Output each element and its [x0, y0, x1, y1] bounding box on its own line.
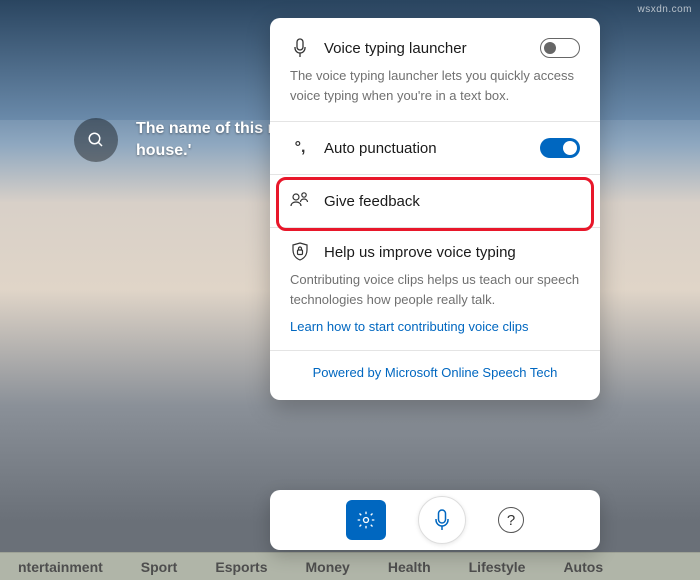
- microphone-icon: [290, 38, 310, 58]
- panel-footer[interactable]: Powered by Microsoft Online Speech Tech: [270, 351, 600, 394]
- launcher-toggle[interactable]: [540, 38, 580, 58]
- news-tab[interactable]: ntertainment: [18, 559, 103, 575]
- news-tab[interactable]: Lifestyle: [469, 559, 526, 575]
- news-tab[interactable]: Esports: [215, 559, 267, 575]
- search-icon[interactable]: [74, 118, 118, 162]
- voice-typing-launcher-section: Voice typing launcher The voice typing l…: [270, 24, 600, 121]
- voice-typing-toolbar: ?: [270, 490, 600, 550]
- feedback-title: Give feedback: [324, 193, 580, 210]
- punctuation-icon: °,: [290, 138, 310, 158]
- news-tab[interactable]: Money: [305, 559, 349, 575]
- search-widget[interactable]: The name of this m house.': [74, 118, 282, 163]
- settings-button[interactable]: [346, 500, 386, 540]
- news-category-bar: ntertainment Sport Esports Money Health …: [0, 552, 700, 580]
- auto-punctuation-section: °, Auto punctuation: [270, 122, 600, 174]
- search-prompt: The name of this m house.': [136, 118, 282, 163]
- voice-typing-settings-panel: Voice typing launcher The voice typing l…: [270, 18, 600, 400]
- news-tab[interactable]: Health: [388, 559, 431, 575]
- contribute-link[interactable]: Learn how to start contributing voice cl…: [290, 319, 580, 334]
- launcher-description: The voice typing launcher lets you quick…: [290, 66, 580, 105]
- improve-section: Help us improve voice typing Contributin…: [270, 228, 600, 350]
- launcher-title: Voice typing launcher: [324, 40, 526, 57]
- help-button[interactable]: ?: [498, 507, 524, 533]
- give-feedback-section[interactable]: Give feedback: [270, 175, 600, 227]
- improve-title: Help us improve voice typing: [324, 244, 580, 261]
- autopunct-title: Auto punctuation: [324, 140, 526, 157]
- watermark: wsxdn.com: [637, 4, 692, 15]
- microphone-button[interactable]: [418, 496, 466, 544]
- improve-description: Contributing voice clips helps us teach …: [290, 270, 580, 309]
- feedback-icon: [290, 191, 310, 211]
- shield-lock-icon: [290, 242, 310, 262]
- news-tab[interactable]: Sport: [141, 559, 178, 575]
- news-tab[interactable]: Autos: [563, 559, 603, 575]
- autopunct-toggle[interactable]: [540, 138, 580, 158]
